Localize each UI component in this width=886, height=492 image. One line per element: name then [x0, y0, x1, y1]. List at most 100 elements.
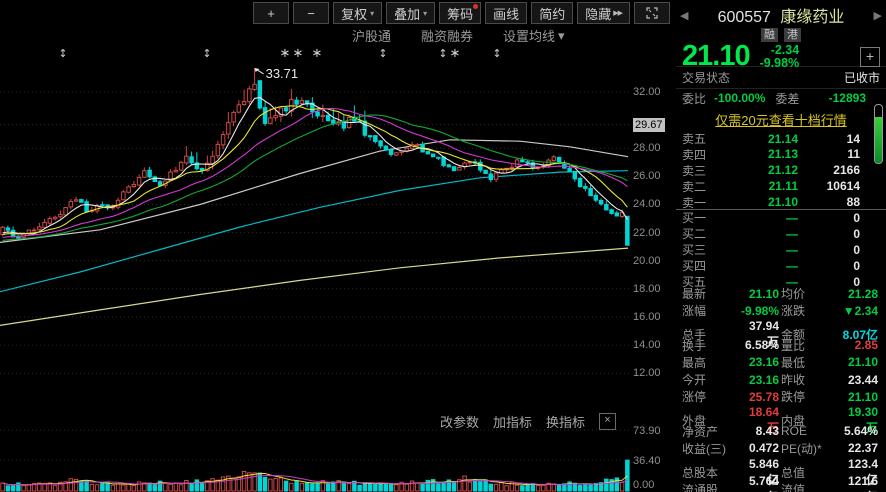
queue-row[interactable]: 买三—0	[676, 241, 886, 257]
hide-button[interactable]: 隐藏 ▶▶	[577, 2, 630, 24]
queue-volume: 14	[798, 132, 880, 146]
weicha-label: 委差	[775, 90, 799, 107]
prev-stock-arrow[interactable]: ◀	[680, 9, 688, 22]
stat-label: 流值	[781, 481, 838, 492]
stat-value: 5.64%	[838, 424, 880, 438]
simple-mode-button[interactable]: 简约	[531, 2, 573, 24]
close-indicator-icon[interactable]: ×	[599, 413, 616, 430]
announcement-marker-icon[interactable]: ∗	[312, 46, 323, 61]
trade-status-row: 交易状态 已收市	[676, 66, 886, 89]
stat-label: 今开	[682, 371, 739, 388]
event-marker-icon[interactable]: ↕	[492, 47, 501, 60]
adjust-price-button[interactable]: 复权 ▾	[333, 2, 382, 24]
queue-label: 卖一	[682, 194, 722, 211]
stat-label: 量比	[781, 337, 838, 354]
queue-row[interactable]: 卖二21.1110614	[676, 178, 886, 194]
queue-label: 买一	[682, 209, 722, 226]
stat-label: 换手	[682, 337, 739, 354]
ma-settings-dropdown[interactable]: 设置均线 ▾	[503, 26, 565, 45]
queue-row[interactable]: 买四—0	[676, 257, 886, 273]
overlay-button[interactable]: 叠加 ▾	[386, 2, 435, 24]
queue-volume: 10614	[798, 179, 880, 193]
queue-row[interactable]: 买二—0	[676, 225, 886, 241]
add-indicator-button[interactable]: 加指标	[493, 412, 532, 431]
event-marker-icon[interactable]: ↕	[438, 47, 447, 60]
stat-row: 换手6.58%量比2.85	[676, 337, 886, 354]
level2-promo-link[interactable]: 仅需20元查看十档行情	[715, 110, 846, 129]
stat-label: 总值	[781, 464, 838, 481]
stat-label: 均价	[781, 285, 838, 302]
stat-row: 外盘18.64万内盘19.30万	[676, 405, 886, 422]
queue-row[interactable]: 卖三21.122166	[676, 162, 886, 178]
add-to-watchlist-button[interactable]: +	[860, 47, 880, 67]
queue-row[interactable]: 卖一21.1088	[676, 194, 886, 210]
queue-price: 21.10	[722, 195, 798, 209]
stat-row: 最新21.10均价21.28	[676, 285, 886, 302]
event-marker-icon[interactable]: ↕	[378, 47, 387, 60]
stat-row: 收益(三)0.472PE(动)*22.37	[676, 440, 886, 457]
stat-row: 总手37.94万金额8.07亿	[676, 319, 886, 336]
queue-row[interactable]: 卖五21.1414	[676, 130, 886, 146]
queue-price: 21.12	[722, 163, 798, 177]
price-tick-label: 16.00	[633, 310, 675, 324]
queue-price: —	[722, 259, 798, 273]
queue-price: —	[722, 243, 798, 257]
queue-label: 卖三	[682, 162, 722, 179]
hide-label: 隐藏	[585, 4, 611, 23]
stat-value: 21.10	[838, 390, 880, 404]
price-tick-label: 26.00	[633, 169, 675, 183]
adjust-price-label: 复权	[341, 4, 367, 23]
stat-value: ▼2.34	[838, 304, 880, 318]
quote-header: ◀ 600557 康缘药业 ▶ 融 港 21.10 -2.34 -9.98% +	[676, 0, 886, 67]
volume-chart[interactable]	[0, 429, 630, 492]
stat-row: 涨停25.78跌停21.10	[676, 388, 886, 405]
margin-badge: 融	[761, 28, 778, 42]
stock-name: 康缘药业	[780, 9, 844, 26]
chips-label: 筹码	[447, 4, 473, 23]
queue-price: —	[722, 227, 798, 241]
queue-label: 卖五	[682, 130, 722, 147]
stat-value: 23.16	[739, 355, 781, 369]
stat-value: 8.43	[739, 424, 781, 438]
stat-value: 121.6亿	[838, 474, 880, 492]
chevron-down-icon: ▾	[423, 9, 427, 18]
chips-button[interactable]: 筹码	[439, 2, 481, 24]
trade-status-label: 交易状态	[682, 69, 730, 86]
queue-label: 买四	[682, 257, 722, 274]
chart-subtoolbar: 沪股通 融资融券 设置均线 ▾	[352, 26, 565, 45]
zoom-out-button[interactable]: −	[293, 2, 329, 24]
queue-volume: 88	[798, 195, 880, 209]
volume-tick-label: 0.00	[633, 478, 675, 492]
zoom-in-button[interactable]: +	[253, 2, 289, 24]
queue-row[interactable]: 卖四21.1311	[676, 146, 886, 162]
change-params-button[interactable]: 改参数	[440, 412, 479, 431]
announcement-marker-icon[interactable]: ∗	[280, 46, 291, 61]
queue-volume: 11	[798, 147, 880, 161]
price-chart[interactable]: ↕↕∗∗∗↕↕∗↕33.71	[0, 45, 630, 429]
weicha-value: -12893	[829, 91, 866, 105]
tab-margin-trading[interactable]: 融资融券	[421, 26, 473, 45]
switch-indicator-button[interactable]: 换指标	[546, 412, 585, 431]
stat-value: 0.472	[739, 441, 781, 455]
event-marker-icon[interactable]: ↕	[58, 47, 67, 60]
red-dot-badge	[473, 4, 478, 9]
queue-label: 买二	[682, 225, 722, 242]
peak-price-annotation: 33.71	[266, 66, 299, 81]
stat-row: 总股本5.846亿总值123.4亿	[676, 457, 886, 474]
next-stock-arrow[interactable]: ▶	[874, 9, 882, 22]
tab-hgt[interactable]: 沪股通	[352, 26, 391, 45]
double-right-arrow-icon: ▶▶	[613, 9, 622, 17]
stats-table: 最新21.10均价21.28涨幅-9.98%涨跌▼2.34总手37.94万金额8…	[676, 285, 886, 491]
fullscreen-button[interactable]	[634, 2, 670, 24]
announcement-marker-icon[interactable]: ∗	[450, 46, 461, 61]
event-marker-icon[interactable]: ↕	[202, 47, 211, 60]
queue-price: —	[722, 211, 798, 225]
queue-label: 卖二	[682, 178, 722, 195]
ma-settings-label: 设置均线	[503, 26, 555, 45]
stat-row: 最高23.16最低21.10	[676, 354, 886, 371]
announcement-marker-icon[interactable]: ∗	[293, 46, 304, 61]
queue-row[interactable]: 买一—0	[676, 209, 886, 225]
stat-value: 22.37	[838, 441, 880, 455]
draw-line-button[interactable]: 画线	[485, 2, 527, 24]
stat-value: 21.28	[838, 287, 880, 301]
